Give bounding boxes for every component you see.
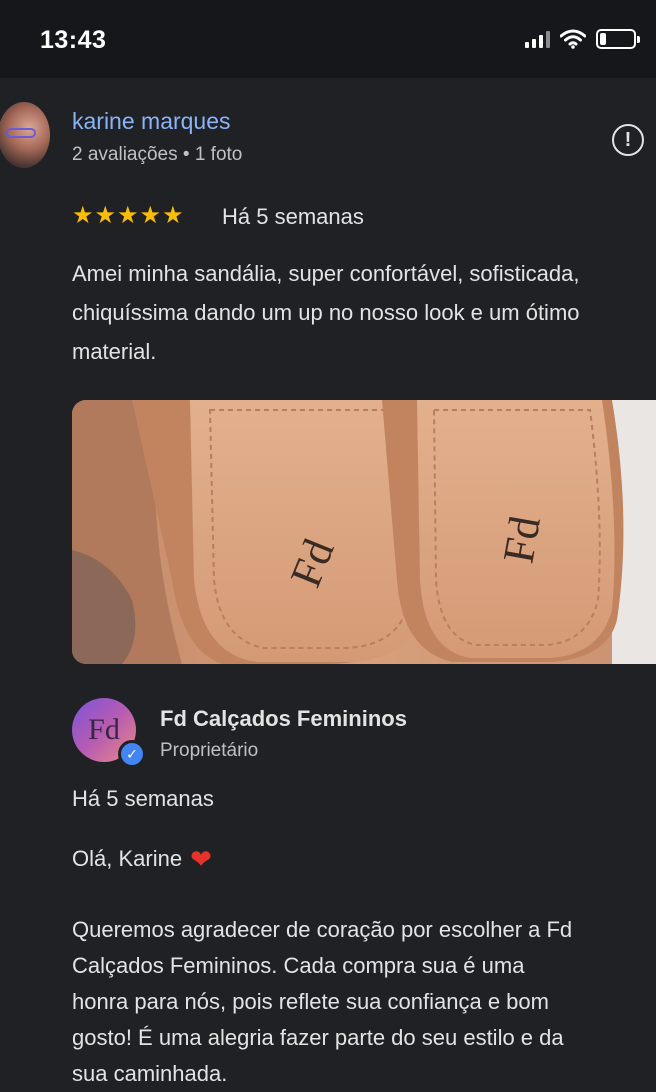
cellular-signal-icon — [525, 30, 550, 48]
report-icon[interactable]: ! — [612, 124, 644, 156]
star-icon: ★ — [139, 202, 162, 229]
owner-response-date: Há 5 semanas — [72, 786, 214, 811]
star-icon: ★ — [117, 202, 139, 229]
star-icon: ★ — [162, 202, 184, 229]
owner-name[interactable]: Fd Calçados Femininos — [160, 706, 407, 732]
review-text: Amei minha sandália, super confortável, … — [72, 261, 580, 364]
star-icon: ★ — [94, 202, 117, 229]
review-date: Há 5 semanas — [222, 204, 364, 229]
status-bar: 13:43 — [0, 0, 656, 78]
star-rating: ★ ★ ★ ★ ★ — [72, 202, 184, 230]
reviewer-name[interactable]: karine marques — [72, 108, 231, 135]
review-photo[interactable]: Fd Fd — [72, 400, 656, 664]
svg-text:Fd: Fd — [494, 512, 550, 566]
battery-icon — [596, 29, 640, 49]
reviewer-avatar[interactable] — [0, 102, 50, 168]
greeting-text: Olá, Karine — [72, 846, 183, 871]
owner-role: Proprietário — [160, 740, 259, 761]
wifi-icon — [560, 29, 586, 49]
verified-check-icon: ✓ — [118, 740, 146, 768]
reviewer-meta: 2 avaliações • 1 foto — [72, 144, 243, 165]
owner-greeting: Olá, Karine ❤ — [72, 846, 212, 872]
star-icon: ★ — [72, 202, 94, 229]
review-card: karine marques 2 avaliações • 1 foto ! ★… — [0, 78, 656, 1086]
status-time: 13:43 — [40, 26, 107, 54]
status-icons — [525, 29, 640, 49]
heart-icon: ❤ — [190, 844, 212, 874]
owner-reply-text: Queremos agradecer de coração por escolh… — [72, 917, 573, 1086]
